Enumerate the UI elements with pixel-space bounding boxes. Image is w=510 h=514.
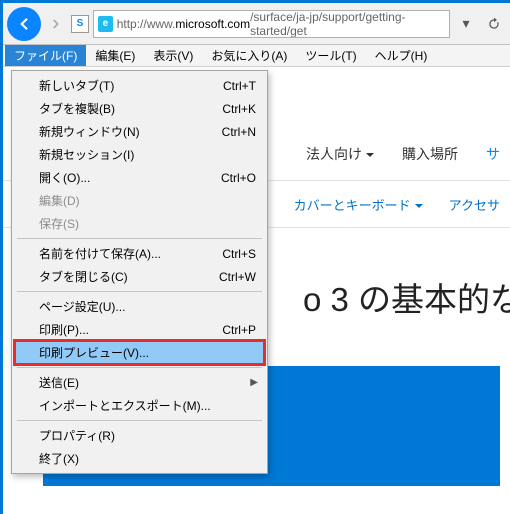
browser-toolbar: S e http://www.microsoft.com/surface/ja-… [3,3,510,45]
menu-edit[interactable]: 編集(E) [86,45,144,66]
arrow-right-icon [49,17,63,31]
menu-separator [17,291,262,292]
refresh-icon [487,17,501,31]
refresh-button[interactable] [482,17,506,31]
nav-buy[interactable]: 購入場所 [402,144,458,164]
forward-button[interactable] [45,13,67,35]
menuitem-send[interactable]: 送信(E) ▶ [15,371,264,394]
menuitem-label: 印刷(P)... [39,321,222,338]
menu-tools[interactable]: ツール(T) [296,45,365,66]
menuitem-label: インポートとエクスポート(M)... [39,397,256,414]
menu-favorites[interactable]: お気に入り(A) [202,45,296,66]
menuitem-label: 送信(E) [39,374,256,391]
menu-file[interactable]: ファイル(F) [5,45,86,66]
menuitem-label: 名前を付けて保存(A)... [39,245,222,262]
address-bar[interactable]: e http://www.microsoft.com/surface/ja-jp… [93,10,450,38]
url-prefix: http://www. [117,17,176,31]
menuitem-edit: 編集(D) [15,189,264,212]
arrow-left-icon [15,15,33,33]
menuitem-shortcut: Ctrl+P [222,323,256,337]
menuitem-properties[interactable]: プロパティ(R) [15,424,264,447]
menuitem-shortcut: Ctrl+O [221,171,256,185]
menuitem-label: 印刷プレビュー(V)... [39,344,256,361]
menuitem-shortcut: Ctrl+T [223,79,256,93]
menu-help[interactable]: ヘルプ(H) [366,45,437,66]
menuitem-exit[interactable]: 終了(X) [15,447,264,470]
menuitem-label: ページ設定(U)... [39,298,256,315]
menuitem-label: 編集(D) [39,192,256,209]
nav-corporate[interactable]: 法人向け [306,144,374,164]
menu-bar: ファイル(F) 編集(E) 表示(V) お気に入り(A) ツール(T) ヘルプ(… [3,45,510,67]
tab-favicon[interactable]: S [71,15,89,33]
menuitem-print[interactable]: 印刷(P)... Ctrl+P [15,318,264,341]
link-covers[interactable]: カバーとキーボード [294,195,423,214]
menuitem-save-as[interactable]: 名前を付けて保存(A)... Ctrl+S [15,242,264,265]
menuitem-page-setup[interactable]: ページ設定(U)... [15,295,264,318]
menuitem-label: タブを複製(B) [39,100,222,117]
menuitem-new-session[interactable]: 新規セッション(I) [15,143,264,166]
menu-view[interactable]: 表示(V) [144,45,202,66]
dropdown-arrow-icon[interactable]: ▾ [454,15,478,32]
menuitem-open[interactable]: 開く(O)... Ctrl+O [15,166,264,189]
menuitem-shortcut: Ctrl+K [222,102,256,116]
back-button[interactable] [7,7,41,41]
menuitem-label: プロパティ(R) [39,427,256,444]
submenu-arrow-icon: ▶ [250,377,258,388]
menuitem-print-preview[interactable]: 印刷プレビュー(V)... [15,341,264,364]
ie-icon: e [98,16,113,32]
menuitem-shortcut: Ctrl+N [222,125,256,139]
menuitem-label: 終了(X) [39,450,256,467]
menuitem-duplicate-tab[interactable]: タブを複製(B) Ctrl+K [15,97,264,120]
menu-separator [17,367,262,368]
menuitem-new-window[interactable]: 新規ウィンドウ(N) Ctrl+N [15,120,264,143]
file-dropdown: 新しいタブ(T) Ctrl+T タブを複製(B) Ctrl+K 新規ウィンドウ(… [11,70,268,474]
link-accessories[interactable]: アクセサ [449,195,500,214]
menuitem-label: 新規セッション(I) [39,146,256,163]
url-domain: microsoft.com [175,17,250,31]
menuitem-shortcut: Ctrl+S [222,247,256,261]
menuitem-label: 新しいタブ(T) [39,77,223,94]
menuitem-close-tab[interactable]: タブを閉じる(C) Ctrl+W [15,265,264,288]
menuitem-label: 新規ウィンドウ(N) [39,123,222,140]
menu-separator [17,420,262,421]
url-path: /surface/ja-jp/support/getting-started/g… [250,10,445,38]
nav-highlighted[interactable]: サ [486,144,500,164]
menuitem-new-tab[interactable]: 新しいタブ(T) Ctrl+T [15,74,264,97]
menuitem-label: タブを閉じる(C) [39,268,219,285]
menuitem-label: 開く(O)... [39,169,221,186]
menuitem-label: 保存(S) [39,215,256,232]
menuitem-save: 保存(S) [15,212,264,235]
menuitem-import-export[interactable]: インポートとエクスポート(M)... [15,394,264,417]
menu-separator [17,238,262,239]
menuitem-shortcut: Ctrl+W [219,270,256,284]
